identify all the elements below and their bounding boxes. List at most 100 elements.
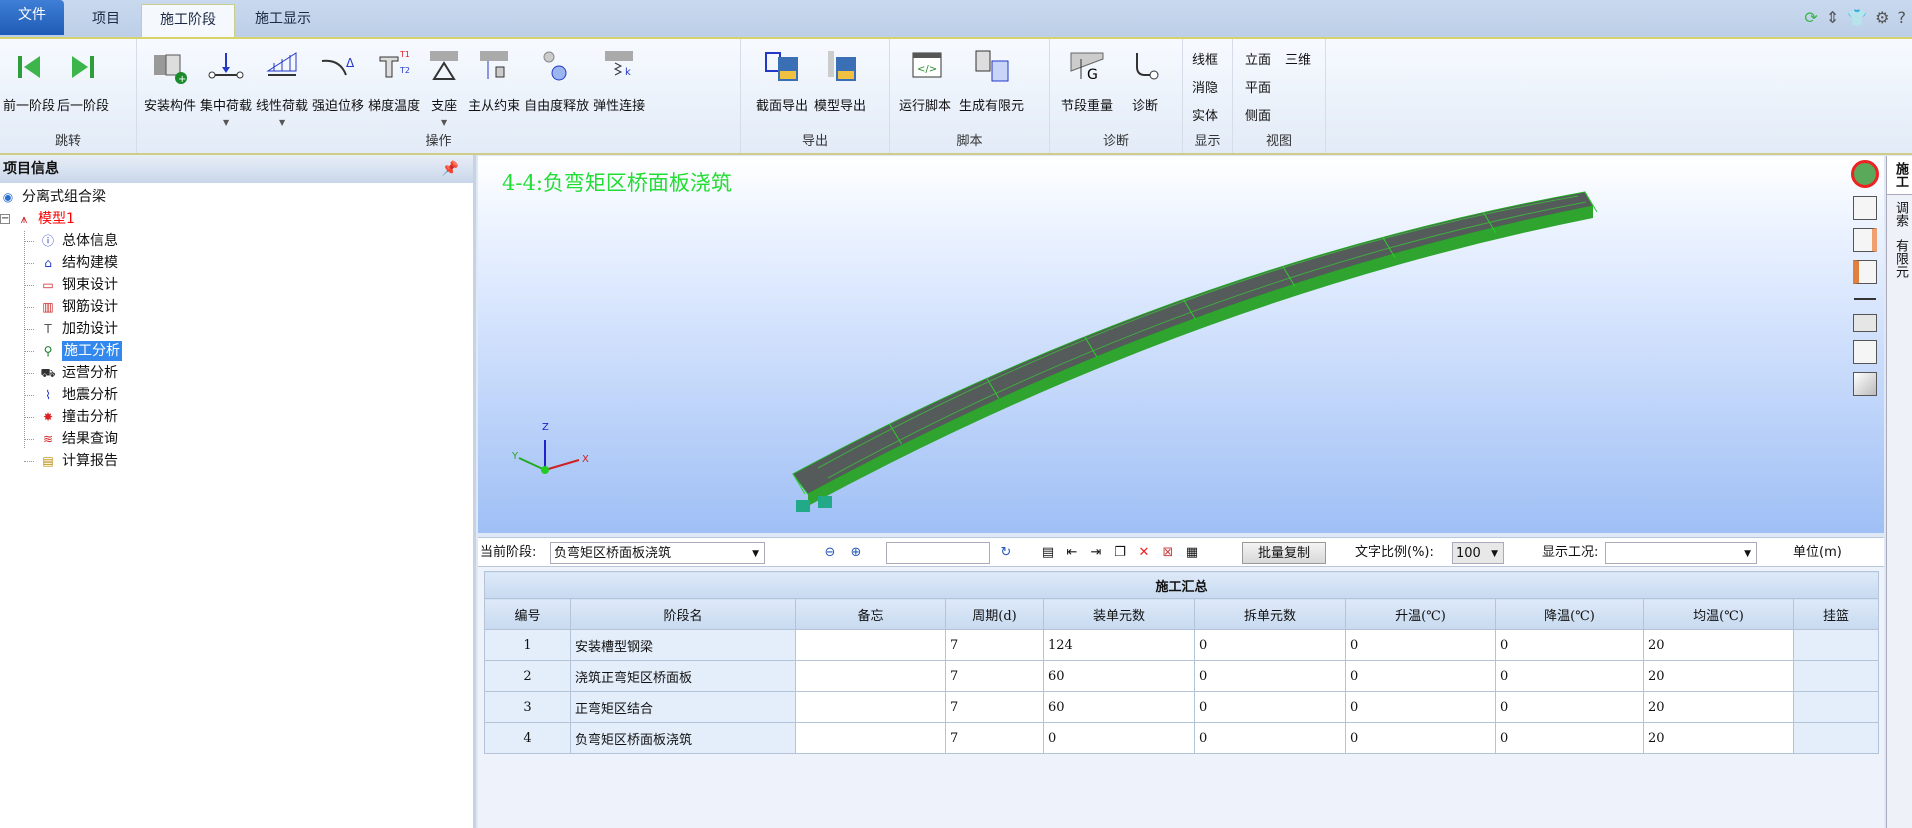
displacement-button[interactable]: Δ 强迫位移 [311, 47, 365, 128]
help-icon[interactable]: ? [1898, 8, 1907, 27]
column-header[interactable]: 降温(℃) [1495, 598, 1644, 630]
insert-after-icon[interactable]: ⇥ [1088, 545, 1104, 561]
table-cell[interactable] [1792, 660, 1880, 692]
table-row[interactable]: 1 安装槽型钢梁 7 124 0 0 0 20 [484, 629, 1880, 661]
table-cell[interactable]: 0 [1043, 722, 1195, 754]
updown-icon[interactable]: ⇕ [1826, 8, 1839, 27]
table-cell[interactable]: 0 [1345, 629, 1496, 661]
batch-copy-button[interactable]: 批量复制 [1242, 542, 1326, 564]
tree-item[interactable]: ⚲ 施工分析 [24, 341, 122, 361]
next-stage-button[interactable]: 后一阶段 [56, 47, 110, 114]
new-stage-icon[interactable]: ▤ [1040, 545, 1056, 561]
fem-button[interactable]: 生成有限元 [958, 47, 1025, 128]
text-scale-select[interactable]: 100 ▼ [1452, 542, 1504, 564]
table-cell[interactable]: 0 [1495, 629, 1644, 661]
table-cell[interactable] [795, 722, 946, 754]
weight-button[interactable]: G 节段重量 [1060, 47, 1114, 128]
view-front-button[interactable] [1851, 160, 1879, 188]
master-slave-button[interactable]: 主从约束 [467, 47, 521, 128]
tree-item[interactable]: ⌇ 地震分析 [24, 385, 118, 405]
table-cell[interactable]: 0 [1194, 629, 1346, 661]
table-cell[interactable]: 7 [945, 660, 1044, 692]
view-top-button[interactable] [1853, 196, 1877, 220]
table-cell[interactable]: 正弯矩区结合 [570, 691, 796, 723]
side-tab-construction[interactable]: 施工 [1887, 156, 1912, 195]
column-header[interactable]: 挂篮 [1792, 598, 1880, 630]
tree-item[interactable]: ▤ 计算报告 [24, 451, 118, 471]
delete-icon[interactable]: ✕ [1136, 545, 1152, 561]
3d-viewport[interactable]: 4-4:负弯矩区桥面板浇筑 Z X Y [478, 156, 1884, 533]
copy-icon[interactable]: ❐ [1112, 545, 1128, 561]
tree-item[interactable]: ≋ 结果查询 [24, 429, 118, 449]
side-tab-fem[interactable]: 有限元 [1887, 233, 1912, 284]
column-header[interactable]: 周期(d) [945, 598, 1044, 630]
table-cell[interactable]: 0 [1495, 691, 1644, 723]
support-button[interactable]: 支座 ▼ [423, 47, 465, 128]
stage-input[interactable] [886, 542, 990, 564]
refresh-icon[interactable]: ⟳ [1804, 8, 1817, 27]
table-cell[interactable] [795, 691, 946, 723]
tree-item[interactable]: ▥ 钢筋设计 [24, 297, 118, 317]
line-load-button[interactable]: 线性荷载 ▼ [255, 47, 309, 128]
table-cell[interactable]: 20 [1643, 722, 1794, 754]
table-cell[interactable] [1792, 629, 1880, 661]
tree-item[interactable]: ✸ 撞击分析 [24, 407, 118, 427]
gear-icon[interactable]: ⚙ [1875, 8, 1889, 27]
table-cell[interactable]: 124 [1043, 629, 1195, 661]
tab-file[interactable]: 文件 [0, 0, 64, 35]
view-left-button[interactable] [1853, 260, 1877, 284]
table-cell[interactable] [795, 660, 946, 692]
tab-project[interactable]: 项目 [78, 4, 134, 37]
table-cell[interactable]: 0 [1345, 722, 1496, 754]
table-row[interactable]: 4 负弯矩区桥面板浇筑 7 0 0 0 0 20 [484, 722, 1880, 754]
next-arrow-icon[interactable]: ⊕ [848, 545, 864, 561]
column-header[interactable]: 装单元数 [1043, 598, 1195, 630]
table-cell[interactable]: 0 [1194, 691, 1346, 723]
stage-select[interactable]: 负弯矩区桥面板浇筑 ▼ [550, 542, 765, 564]
table-cell[interactable]: 0 [1345, 691, 1496, 723]
prev-arrow-icon[interactable]: ⊖ [822, 545, 838, 561]
tree-item[interactable]: ⛟ 运营分析 [24, 363, 118, 383]
table-cell[interactable]: 0 [1495, 660, 1644, 692]
table-cell[interactable]: 7 [945, 691, 1044, 723]
dwg-export-button[interactable]: 截面导出 [755, 47, 809, 128]
table-cell[interactable]: 20 [1643, 629, 1794, 661]
side-tab-cable[interactable]: 调索 [1887, 195, 1912, 233]
prev-stage-button[interactable]: 前一阶段 [2, 47, 56, 114]
side-view-button[interactable]: 侧面 [1245, 105, 1271, 124]
column-header[interactable]: 拆单元数 [1194, 598, 1346, 630]
plan-view-button[interactable]: 平面 [1245, 77, 1271, 96]
delete-all-icon[interactable]: ⊠ [1160, 545, 1176, 561]
table-cell[interactable] [1792, 691, 1880, 723]
table-cell[interactable]: 60 [1043, 660, 1195, 692]
elevation-view-button[interactable]: 立面 [1245, 49, 1271, 68]
table-cell[interactable] [1792, 722, 1880, 754]
table-icon[interactable]: ▦ [1184, 545, 1200, 561]
table-cell[interactable]: 负弯矩区桥面板浇筑 [570, 722, 796, 754]
tree-item[interactable]: ▭ 钢束设计 [24, 275, 118, 295]
wireframe-button[interactable]: 线框 [1192, 49, 1218, 68]
stethoscope-button[interactable]: 诊断 [1124, 47, 1166, 128]
column-header[interactable]: 阶段名 [570, 598, 796, 630]
table-cell[interactable]: 0 [1194, 660, 1346, 692]
3d-view-button[interactable]: 三维 [1285, 49, 1311, 68]
view-right-button[interactable] [1853, 228, 1877, 252]
table-cell[interactable]: 0 [1495, 722, 1644, 754]
insert-before-icon[interactable]: ⇤ [1064, 545, 1080, 561]
iso-solid-button[interactable] [1853, 372, 1877, 396]
tab-construction-stage[interactable]: 施工阶段 [141, 4, 235, 37]
table-cell[interactable]: 60 [1043, 691, 1195, 723]
table-cell[interactable]: 0 [1345, 660, 1496, 692]
column-header[interactable]: 升温(℃) [1345, 598, 1496, 630]
pin-icon[interactable]: 📌 [442, 155, 459, 183]
table-cell[interactable]: 0 [1194, 722, 1346, 754]
iso-wire-button[interactable] [1853, 340, 1877, 364]
table-cell[interactable]: 20 [1643, 691, 1794, 723]
dimension-line-icon[interactable] [1854, 298, 1876, 300]
tree-item[interactable]: ⓘ 总体信息 [24, 231, 118, 251]
tab-construction-display[interactable]: 施工显示 [236, 4, 330, 37]
table-row[interactable]: 3 正弯矩区结合 7 60 0 0 0 20 [484, 691, 1880, 723]
gradient-temp-button[interactable]: T1 T2 梯度温度 [367, 47, 421, 128]
table-cell[interactable]: 安装槽型钢梁 [570, 629, 796, 661]
point-load-button[interactable]: 集中荷载 ▼ [199, 47, 253, 128]
